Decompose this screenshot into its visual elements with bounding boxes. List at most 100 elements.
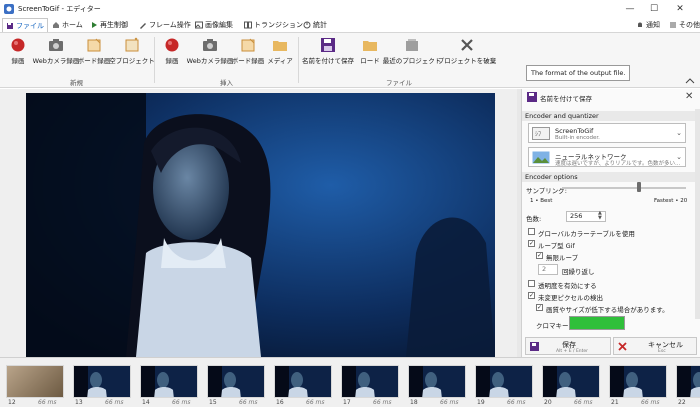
quantizer-desc: 速度は遅いですが、よりリアルです。色数が多い...	[555, 161, 681, 167]
bell-icon	[638, 22, 642, 27]
frame-number: 19	[477, 399, 485, 406]
cancel-shortcut: Esc	[658, 349, 666, 354]
button-label: ロード	[360, 57, 380, 65]
thumbnail-image	[610, 366, 666, 397]
loop-gif-checkbox[interactable]: ✓	[528, 240, 535, 247]
board-icon	[241, 38, 255, 52]
board-icon	[87, 38, 101, 52]
tab-stats[interactable]: 統計	[303, 18, 327, 32]
save-icon	[527, 92, 537, 102]
frame-delay: 66 ms	[507, 399, 526, 406]
neural-network-icon	[532, 151, 550, 164]
repeat-count-input[interactable]: 2	[538, 264, 558, 275]
discard-icon	[461, 39, 473, 51]
new-empty-project-button[interactable]: 空プロジェクト	[109, 37, 155, 65]
frame-thumbnail[interactable]	[542, 365, 600, 398]
tab-home[interactable]: ホーム	[52, 18, 83, 32]
infinite-loop-checkbox[interactable]: ✓	[536, 252, 543, 259]
frame-number: 17	[343, 399, 351, 406]
sampling-max-label: Fastest • 20	[654, 198, 688, 204]
tab-transition[interactable]: トランジション	[244, 18, 303, 32]
thumbnail-image	[543, 366, 599, 397]
close-button[interactable]: ✕	[668, 0, 692, 18]
save-button[interactable]: 保存 Alt + E / Enter	[525, 337, 611, 355]
infinite-loop-label: 無限ループ	[546, 254, 579, 262]
transparency-label: 透明度を有効にする	[538, 282, 597, 290]
frame-thumbnail[interactable]	[73, 365, 131, 398]
notify-label: 通知	[646, 21, 660, 29]
minimize-button[interactable]: —	[618, 0, 642, 18]
frame-number: 16	[276, 399, 284, 406]
section-encoder-options: Encoder options	[522, 172, 697, 182]
tab-frame-edit[interactable]: フレーム操作	[139, 18, 191, 32]
file-icon	[7, 22, 13, 29]
button-label: 録画	[165, 57, 179, 65]
detect-unchanged-checkbox[interactable]: ✓	[528, 292, 535, 299]
insert-media-button[interactable]: メディア	[260, 37, 300, 65]
sampling-min-label: 1 • Best	[530, 198, 553, 204]
frame-thumbnail[interactable]	[475, 365, 533, 398]
close-panel-icon[interactable]: ✕	[685, 91, 693, 102]
transition-icon	[244, 21, 252, 29]
frame-thumbnail[interactable]	[274, 365, 332, 398]
group-label-insert: 挿入	[220, 79, 233, 87]
insert-webcam-button[interactable]: Webカメラ録画	[187, 37, 233, 65]
panel-scrollbar[interactable]	[695, 109, 700, 319]
thumbnail-image	[74, 366, 130, 397]
save-as-panel: 名前を付けて保存 ✕ Encoder and quantizer ｼﾌ Scre…	[521, 89, 700, 357]
cancel-button[interactable]: キャンセル Esc	[613, 337, 697, 355]
recent-projects-button[interactable]: 最近のプロジェクト	[383, 37, 441, 65]
tab-label: フレーム操作	[149, 21, 191, 29]
frame-thumbnail[interactable]	[408, 365, 466, 398]
detect-unchanged-label: 未変更ピクセルの検出	[538, 294, 603, 302]
ribbon: 録画 Webカメラ録画 ボード録画 空プロジェクト 新規 録画 Webカメラ録画…	[0, 32, 700, 88]
frame-thumbnail[interactable]	[341, 365, 399, 398]
global-palette-label: グローバルカラーテーブルを使用	[538, 230, 635, 238]
frame-delay: 66 ms	[172, 399, 191, 406]
panel-title: 名前を付けて保存	[540, 95, 592, 103]
play-icon	[92, 22, 97, 28]
quality-warning-checkbox[interactable]: ✓	[536, 304, 543, 311]
tab-image-edit[interactable]: 画像編集	[195, 18, 233, 32]
tab-playback[interactable]: 再生制御	[90, 18, 128, 32]
sampling-slider-track[interactable]	[562, 187, 686, 189]
save-as-button[interactable]: 名前を付けて保存	[299, 37, 357, 65]
notification-button[interactable]: 通知	[636, 18, 660, 32]
frame-thumbnail[interactable]	[207, 365, 265, 398]
cancel-icon	[618, 342, 627, 351]
button-label: 最近のプロジェクト	[382, 57, 442, 65]
frame-delay: 66 ms	[306, 399, 325, 406]
colors-stepper[interactable]: ▲ ▼	[598, 211, 602, 221]
tab-file[interactable]: ファイル	[2, 18, 48, 32]
sampling-slider-thumb[interactable]	[636, 182, 641, 192]
webcam-icon	[49, 39, 63, 51]
other-menu-button[interactable]: その他	[669, 18, 700, 32]
new-board-button[interactable]: ボード録画	[74, 37, 114, 65]
frame-delay: 66 ms	[373, 399, 392, 406]
quantizer-select[interactable]: ニューラルネットワーク 速度は遅いですが、よりリアルです。色数が多い... ⌄	[528, 147, 686, 167]
discard-project-button[interactable]: プロジェクトを破棄	[438, 37, 496, 65]
frame-thumbnail[interactable]	[140, 365, 198, 398]
loop-gif-label: ループ型 Gif	[538, 242, 575, 250]
group-label-new: 新規	[70, 79, 83, 87]
repeat-label: 回繰り返し	[562, 268, 595, 276]
frame-thumbnail[interactable]	[676, 365, 700, 398]
maximize-button[interactable]: ☐	[642, 0, 666, 18]
new-webcam-button[interactable]: Webカメラ録画	[33, 37, 79, 65]
frame-filmstrip: 12 66 ms 13 66 ms 14 66 ms 15 66 ms 16 66 ms 17 66 …	[0, 357, 700, 407]
record-icon	[11, 38, 25, 52]
video-frame-preview[interactable]	[26, 93, 495, 357]
screentogif-encoder-icon: ｼﾌ	[532, 127, 550, 140]
frame-thumbnail[interactable]	[609, 365, 667, 398]
thumbnail-image	[275, 366, 331, 397]
title-bar: ScreenToGif - エディター — ☐ ✕	[0, 0, 700, 18]
tab-label: トランジション	[254, 21, 303, 29]
encoder-select[interactable]: ｼﾌ ScreenToGif Built-in encoder. ⌄	[528, 123, 686, 143]
collapse-ribbon-icon[interactable]	[685, 77, 695, 85]
thumbnail-image	[476, 366, 532, 397]
frame-delay: 66 ms	[440, 399, 459, 406]
chroma-key-color[interactable]	[569, 316, 625, 330]
global-palette-checkbox[interactable]	[528, 228, 535, 235]
transparency-checkbox[interactable]	[528, 280, 535, 287]
frame-thumbnail[interactable]	[6, 365, 64, 398]
